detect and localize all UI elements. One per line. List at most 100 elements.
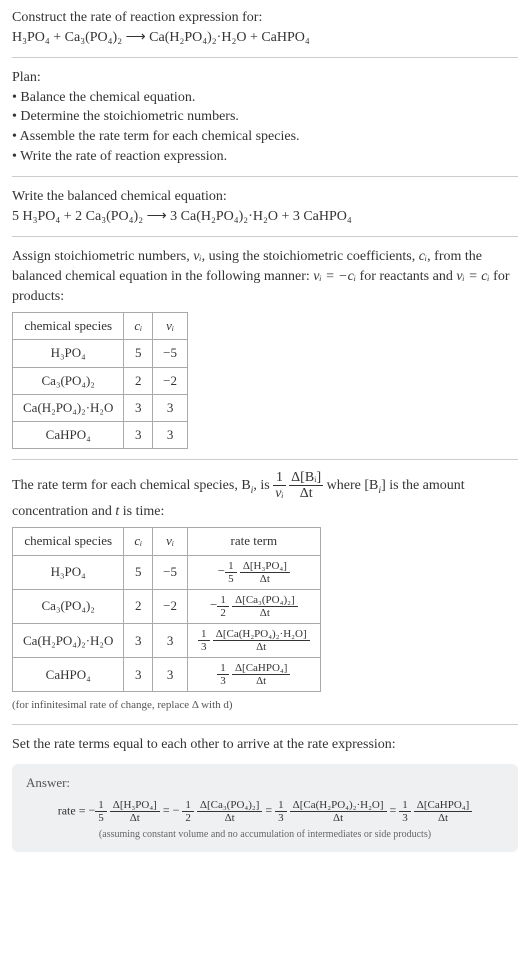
num: 1 [182,799,194,812]
table-row: Ca₃(PO₄)₂2−2 [13,367,188,394]
text: , using the stoichiometric coefficients, [202,249,419,264]
num: 1 [217,662,229,675]
cell-v: 3 [153,421,188,448]
text: , is [253,478,273,493]
num: 1 [399,799,411,812]
coeff-frac: 13 [399,799,411,824]
divider [12,724,518,725]
den: Δt [232,607,298,619]
text: The rate term for each chemical species,… [12,478,251,493]
sign: = [265,803,272,817]
answer-term: = − 12 Δ[Ca₃(PO₄)₂]Δt [163,803,263,817]
cell-species: CaHPO₄ [13,421,124,448]
coeff-frac: 1νᵢ [273,470,285,502]
cell-species: Ca(H₂PO₄)₂·H₂O [13,394,124,421]
delta-note: (for infinitesimal rate of change, repla… [12,698,518,713]
text: where [B [327,478,379,493]
den: Δt [110,812,160,824]
cell-c: 3 [124,394,153,421]
conc-frac: Δ[Ca(H₂PO₄)₂·H₂O]Δt [290,799,387,824]
conc-frac: Δ[Ca(H₂PO₄)₂·H₂O]Δt [213,628,310,653]
num: Δ[CaHPO₄] [414,799,472,812]
text: is time: [119,504,164,519]
answer-term: = 13 Δ[Ca(H₂PO₄)₂·H₂O]Δt [265,803,386,817]
conc-frac: Δ[CaHPO₄]Δt [232,662,290,687]
sign: − [210,597,217,612]
plan-item: Assemble the rate term for each chemical… [12,127,518,147]
den: 5 [225,573,237,585]
den: Δt [240,573,290,585]
plan-item: Balance the chemical equation. [12,88,518,108]
divider [12,459,518,460]
cell-c: 5 [124,555,153,589]
cell-c: 3 [124,421,153,448]
cell-v: −5 [153,340,188,367]
den: 3 [217,675,229,687]
table-row: Ca₃(PO₄)₂ 2 −2 −12 Δ[Ca₃(PO₄)₂]Δt [13,589,321,623]
coeff-frac: 13 [217,662,229,687]
num: 1 [95,799,107,812]
cell-rate: −12 Δ[Ca₃(PO₄)₂]Δt [188,589,321,623]
cell-v: 3 [153,658,188,692]
generic-rate-term: 1νᵢ Δ[Bᵢ]Δt [273,478,326,493]
coeff-frac: 12 [217,594,229,619]
balanced-heading: Write the balanced chemical equation: [12,187,518,207]
num: 1 [198,628,210,641]
prompt-title: Construct the rate of reaction expressio… [12,8,518,28]
col-species: chemical species [13,528,124,555]
cell-c: 3 [124,624,153,658]
col-rate: rate term [188,528,321,555]
divider [12,176,518,177]
num: Δ[Ca₃(PO₄)₂] [232,594,298,607]
conc-frac: Δ[H₃PO₄]Δt [240,560,290,585]
table-row: Ca(H₂PO₄)₂·H₂O33 [13,394,188,421]
den: 2 [182,812,194,824]
table-header-row: chemical species cᵢ νᵢ rate term [13,528,321,555]
den: Δt [213,641,310,653]
num: Δ[Ca(H₂PO₄)₂·H₂O] [213,628,310,641]
num: 1 [273,470,285,486]
rate-lhs: rate = [58,803,86,817]
plan-list: Balance the chemical equation. Determine… [12,88,518,166]
conc-frac: Δ[H₃PO₄]Δt [110,799,160,824]
table-row: Ca(H₂PO₄)₂·H₂O 3 3 13 Δ[Ca(H₂PO₄)₂·H₂O]Δ… [13,624,321,658]
c-symbol: cᵢ [419,249,427,264]
text: Assign stoichiometric numbers, [12,249,193,264]
balanced-section: Write the balanced chemical equation: 5 … [12,187,518,226]
num: Δ[Bᵢ] [289,470,323,486]
plan-item: Write the rate of reaction expression. [12,147,518,167]
nu-symbol: νᵢ [193,249,201,264]
sign: − [88,803,95,817]
cell-rate: −15 Δ[H₃PO₄]Δt [188,555,321,589]
den: 3 [198,641,210,653]
answer-equation: rate = −15 Δ[H₃PO₄]Δt = − 12 Δ[Ca₃(PO₄)₂… [26,799,504,824]
num: 1 [225,560,237,573]
num: 1 [275,799,287,812]
table-row: CaHPO₄ 3 3 13 Δ[CaHPO₄]Δt [13,658,321,692]
answer-box: Answer: rate = −15 Δ[H₃PO₄]Δt = − 12 Δ[C… [12,764,518,851]
coeff-frac: 15 [95,799,107,824]
den: Δt [289,486,323,501]
plan-item: Determine the stoichiometric numbers. [12,107,518,127]
den: 2 [217,607,229,619]
table-row: H₃PO₄ 5 −5 −15 Δ[H₃PO₄]Δt [13,555,321,589]
stoich-section: Assign stoichiometric numbers, νᵢ, using… [12,247,518,449]
cell-v: −2 [153,367,188,394]
num: Δ[H₃PO₄] [240,560,290,573]
coeff-frac: 15 [225,560,237,585]
col-species: chemical species [13,313,124,340]
num: Δ[CaHPO₄] [232,662,290,675]
col-v: νᵢ [153,313,188,340]
num: Δ[Ca₃(PO₄)₂] [197,799,263,812]
sign: = [390,803,397,817]
den: νᵢ [273,486,285,501]
relation: νᵢ = −cᵢ [313,269,356,284]
final-heading: Set the rate terms equal to each other t… [12,735,518,755]
cell-rate: 13 Δ[Ca(H₂PO₄)₂·H₂O]Δt [188,624,321,658]
v-header: νᵢ [166,533,174,548]
cell-species: Ca₃(PO₄)₂ [13,589,124,623]
answer-label: Answer: [26,774,504,792]
cell-v: −2 [153,589,188,623]
prompt-equation: H₃PO₄ + Ca₃(PO₄)₂ ⟶ Ca(H₂PO₄)₂·H₂O + CaH… [12,28,518,48]
den: Δt [414,812,472,824]
